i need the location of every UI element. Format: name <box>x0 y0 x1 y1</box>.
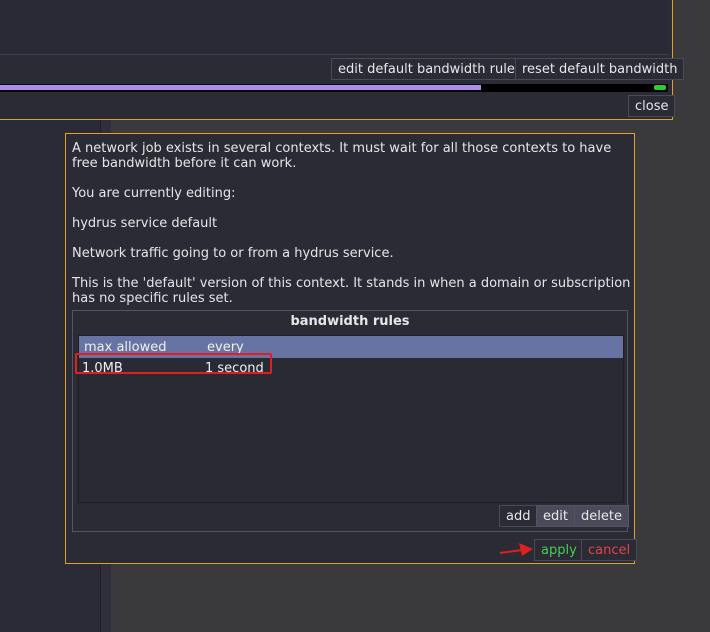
background-panel-content <box>0 0 668 55</box>
edit-default-bandwidth-rules-button[interactable]: edit default bandwidth rules <box>331 58 529 80</box>
apply-button[interactable]: apply <box>534 539 584 561</box>
arrow-right-icon <box>499 543 533 556</box>
cancel-button[interactable]: cancel <box>581 539 638 561</box>
editing-label: You are currently editing: <box>72 186 236 201</box>
default-note-line-2: has no specific rules set. <box>72 291 233 306</box>
add-rule-button[interactable]: add <box>499 505 538 527</box>
edit-bandwidth-rules-dialog: A network job exists in several contexts… <box>65 133 638 564</box>
bandwidth-rules-group: bandwidth rules max allowed every 1.0MB … <box>72 310 629 532</box>
edit-rule-button[interactable]: edit <box>536 505 575 527</box>
close-button[interactable]: close <box>628 95 676 117</box>
bandwidth-usage-indicator <box>654 85 666 90</box>
intro-text-line-1: A network job exists in several contexts… <box>72 141 612 156</box>
context-name: hydrus service default <box>72 216 218 231</box>
context-description: Network traffic going to or from a hydru… <box>72 246 394 261</box>
reset-default-bandwidth-button[interactable]: reset default bandwidth <box>515 58 685 80</box>
default-note-line-1: This is the 'default' version of this co… <box>72 276 631 291</box>
highlighted-row-outline <box>75 353 272 374</box>
intro-text-line-2: free bandwidth before it can work. <box>72 156 297 171</box>
delete-rule-button[interactable]: delete <box>574 505 629 527</box>
bandwidth-usage-fill <box>0 85 481 90</box>
bandwidth-rules-title: bandwidth rules <box>290 314 410 329</box>
